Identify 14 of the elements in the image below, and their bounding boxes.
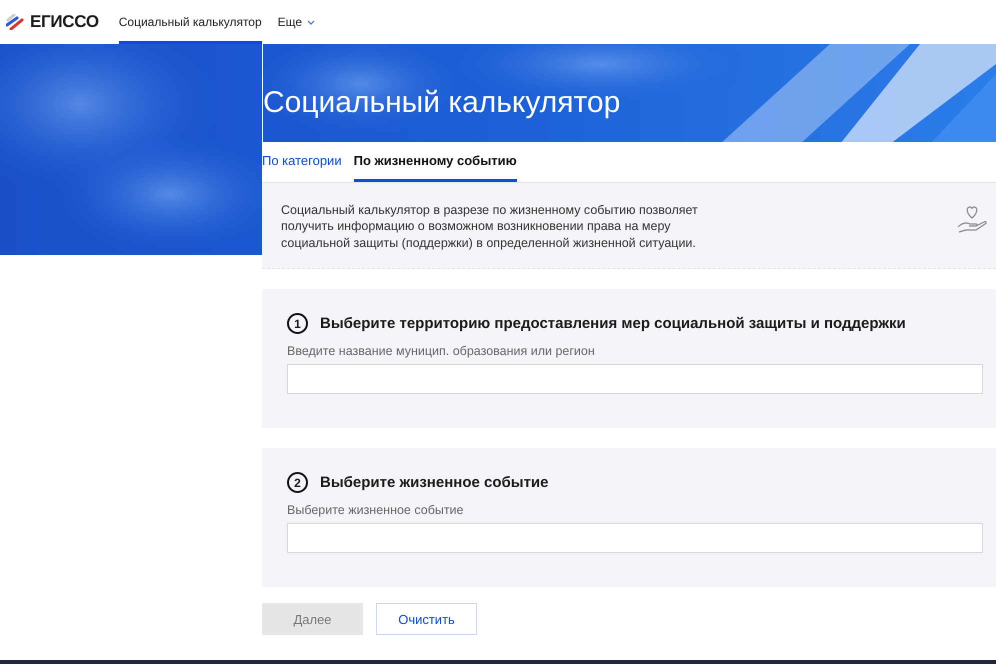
tab[interactable]: По категории — [262, 142, 342, 182]
step-title: Выберите жизненное событие — [320, 474, 548, 491]
step-title: Выберите территорию предоставления мер социальной защиты и поддержки — [320, 315, 906, 332]
flag-logo-icon — [6, 14, 24, 30]
input-field[interactable] — [287, 523, 983, 553]
clear-button[interactable]: Очистить — [376, 603, 477, 635]
step-number: 1 — [287, 313, 308, 334]
field-label: Выберите жизненное событие — [287, 503, 464, 517]
field-label: Введите название муницип. образования или регион — [287, 344, 596, 358]
logo-text: ЕГИССО — [30, 12, 99, 32]
nav-link[interactable]: Еще — [278, 0, 316, 44]
input-field[interactable] — [287, 364, 983, 394]
step-number: 2 — [287, 472, 308, 493]
info-text: Социальный калькулятор в разрезе по жизненному событию позволяет получить информацию о возможном возникновении права на меру социальной защиты (поддержки) в определенной жизненной ситуации. — [281, 202, 699, 251]
